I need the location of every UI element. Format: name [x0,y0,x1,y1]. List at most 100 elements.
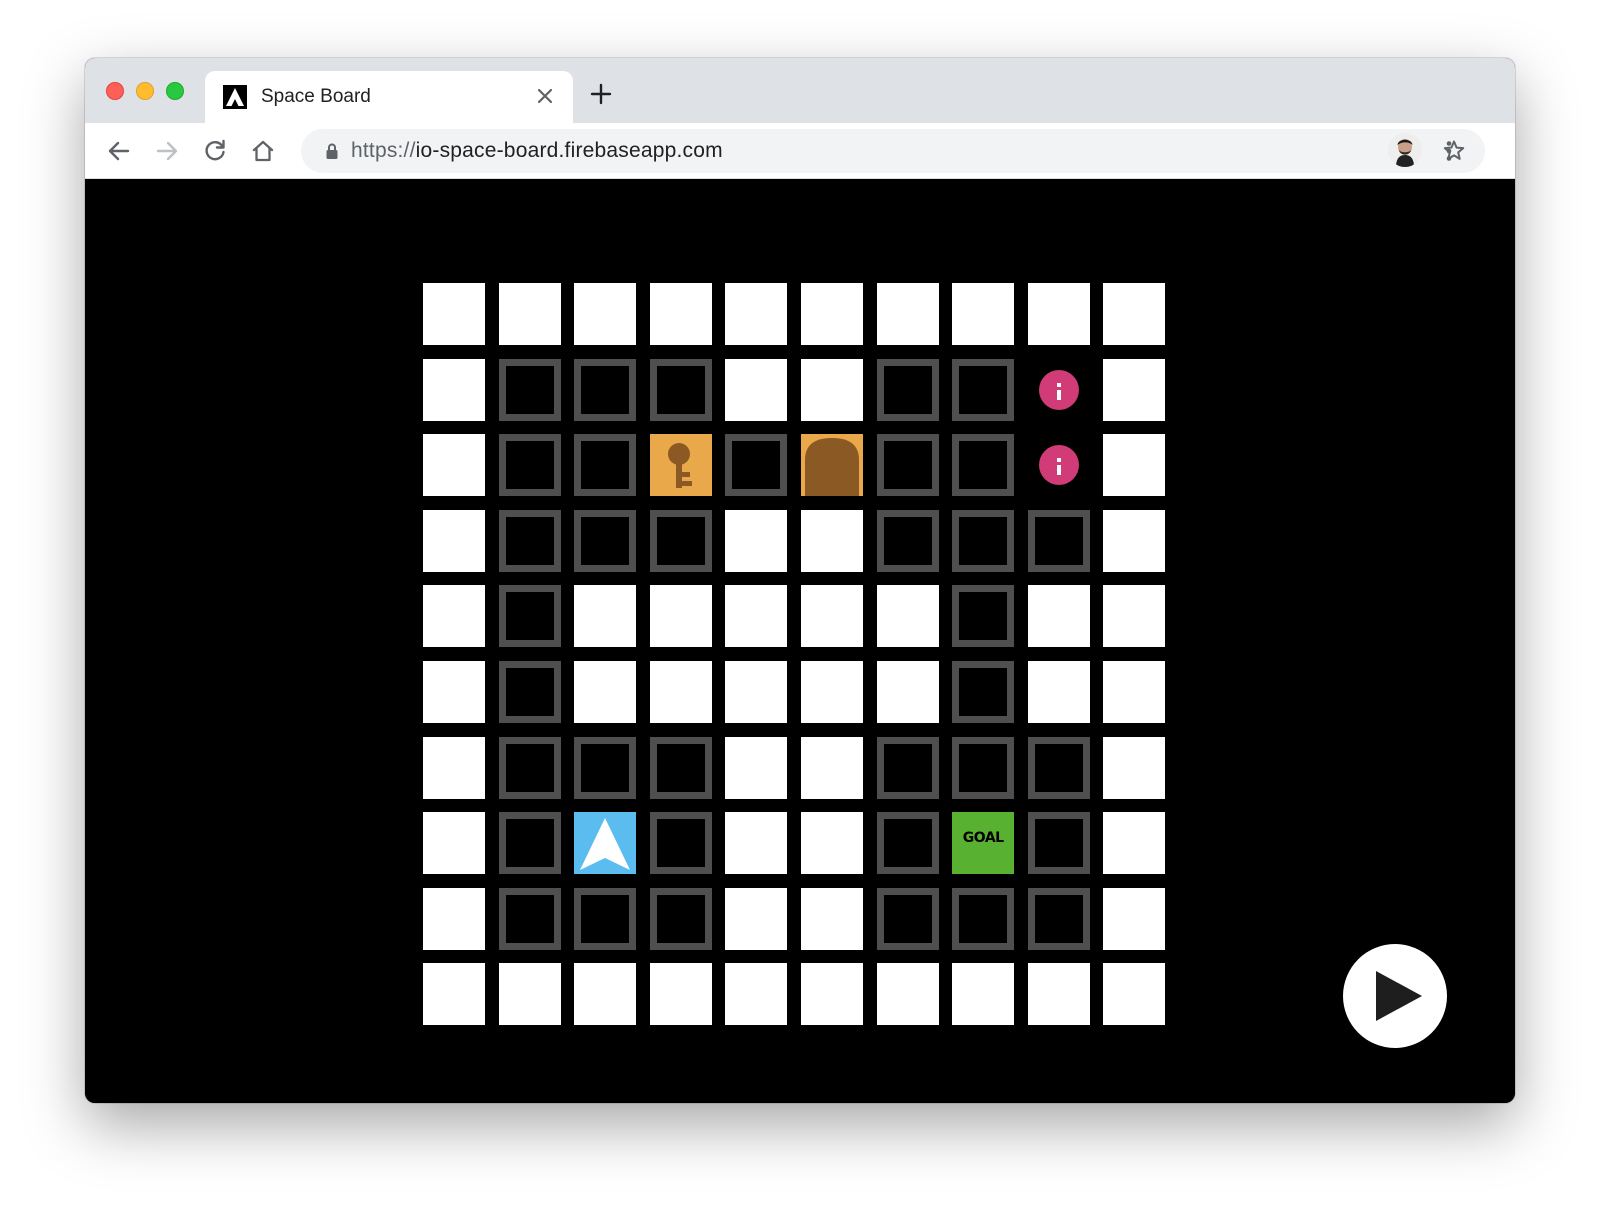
angular-logo-icon [223,85,247,109]
board-cell-path [649,963,712,1026]
board-cell-wall [649,358,712,421]
player-arrow-icon [580,818,631,871]
board-cell-wall [498,585,561,648]
board-cell-path [876,585,939,648]
board-cell-wall [649,736,712,799]
address-bar[interactable]: https://io-space-board.firebaseapp.com [301,129,1485,173]
new-tab-plus-icon[interactable] [587,80,615,108]
minimize-window-button[interactable] [136,82,154,100]
board-cell-wall [498,434,561,497]
board-cell-path [1103,358,1166,421]
board-cell-path [1103,887,1166,950]
url-text[interactable]: https://io-space-board.firebaseapp.com [351,139,723,163]
board-cell-path [574,283,637,345]
play-button[interactable] [1343,944,1447,1048]
board-cell-path [801,585,863,648]
board-cell-path [801,661,863,723]
close-tab-icon[interactable] [533,84,557,108]
board-cell-path [725,887,788,950]
board-cell-wall [876,509,939,572]
info-icon [1038,369,1079,410]
board-cell-path [1103,963,1166,1026]
url-host: io-space-board.firebaseapp.com [415,139,723,162]
board-cell-wall [1027,509,1090,572]
board-cell-path [801,963,863,1026]
board-cell-wall [952,736,1015,799]
door-icon [805,438,859,497]
board-cell-wall [498,358,561,421]
board-cell-wall [498,812,561,875]
reload-icon[interactable] [201,137,229,165]
board-cell-path [1103,661,1166,723]
board-cell-path [1027,283,1090,345]
forward-arrow-icon[interactable] [153,137,181,165]
board-cell-wall [725,434,788,497]
board-cell-path [649,661,712,723]
board-cell-path [498,963,561,1026]
board-cell-wall [1027,736,1090,799]
close-window-button[interactable] [106,82,124,100]
profile-avatar[interactable] [1388,133,1422,167]
board-cell-wall [952,434,1015,497]
board-cell-wall [876,358,939,421]
board-cell-path [423,963,485,1026]
board-cell-path [1027,585,1090,648]
board-cell-wall [876,812,939,875]
board-cell-wall [1027,887,1090,950]
board-cell-path [725,963,788,1026]
board-cell-path [876,963,939,1026]
maximize-window-button[interactable] [166,82,184,100]
board-cell-path [423,434,485,497]
page-viewport: GOAL [85,179,1515,1103]
tab-strip: Space Board [85,58,1515,123]
board-cell-wall [876,887,939,950]
url-scheme: https:// [351,139,416,162]
board-cell-path [801,812,863,875]
board-cell-path [725,585,788,648]
board-cell-path [801,283,863,345]
board-cell-wall [649,812,712,875]
board-cell-path [1027,963,1090,1026]
board-cell-wall [876,736,939,799]
tab-space-board[interactable]: Space Board [205,71,573,123]
board-cell-path [649,283,712,345]
board-cell-path [725,661,788,723]
browser-window: Space Board https://io-space-board.fireb… [85,58,1515,1103]
board-cell-path [1103,283,1166,345]
board-cell-path [1027,661,1090,723]
board-cell-wall [952,358,1015,421]
board-cell-path [423,887,485,950]
board-cell-path [1103,509,1166,572]
browser-toolbar: https://io-space-board.firebaseapp.com [85,123,1515,179]
board-cell-wall [574,358,637,421]
board-cell-path [725,736,788,799]
board-cell-path [498,283,561,345]
back-arrow-icon[interactable] [105,137,133,165]
board-cell-path [801,358,863,421]
board-cell-path [574,585,637,648]
board-cell-path [952,283,1015,345]
play-icon [1376,971,1422,1021]
board-cell-path [423,736,485,799]
home-icon[interactable] [249,137,277,165]
lock-icon[interactable] [323,142,341,160]
board-cell-wall [649,509,712,572]
board-cell-path [876,661,939,723]
key-icon [667,443,692,489]
board-cell-wall [952,887,1015,950]
board-cell-door [801,434,863,497]
board-cell-path [876,283,939,345]
board-cell-path [801,887,863,950]
board-cell-wall [498,736,561,799]
board-cell-wall [574,434,637,497]
board-cell-wall [574,736,637,799]
board-cell-path [423,283,485,345]
board-cell-player [574,812,637,875]
board-cell-path [725,358,788,421]
more-menu-icon[interactable] [1435,137,1463,165]
board-cell-wall [498,509,561,572]
tab-title: Space Board [261,86,371,107]
board-cell-path [725,283,788,345]
board-cell-wall [649,887,712,950]
board-cell-key [649,434,712,497]
